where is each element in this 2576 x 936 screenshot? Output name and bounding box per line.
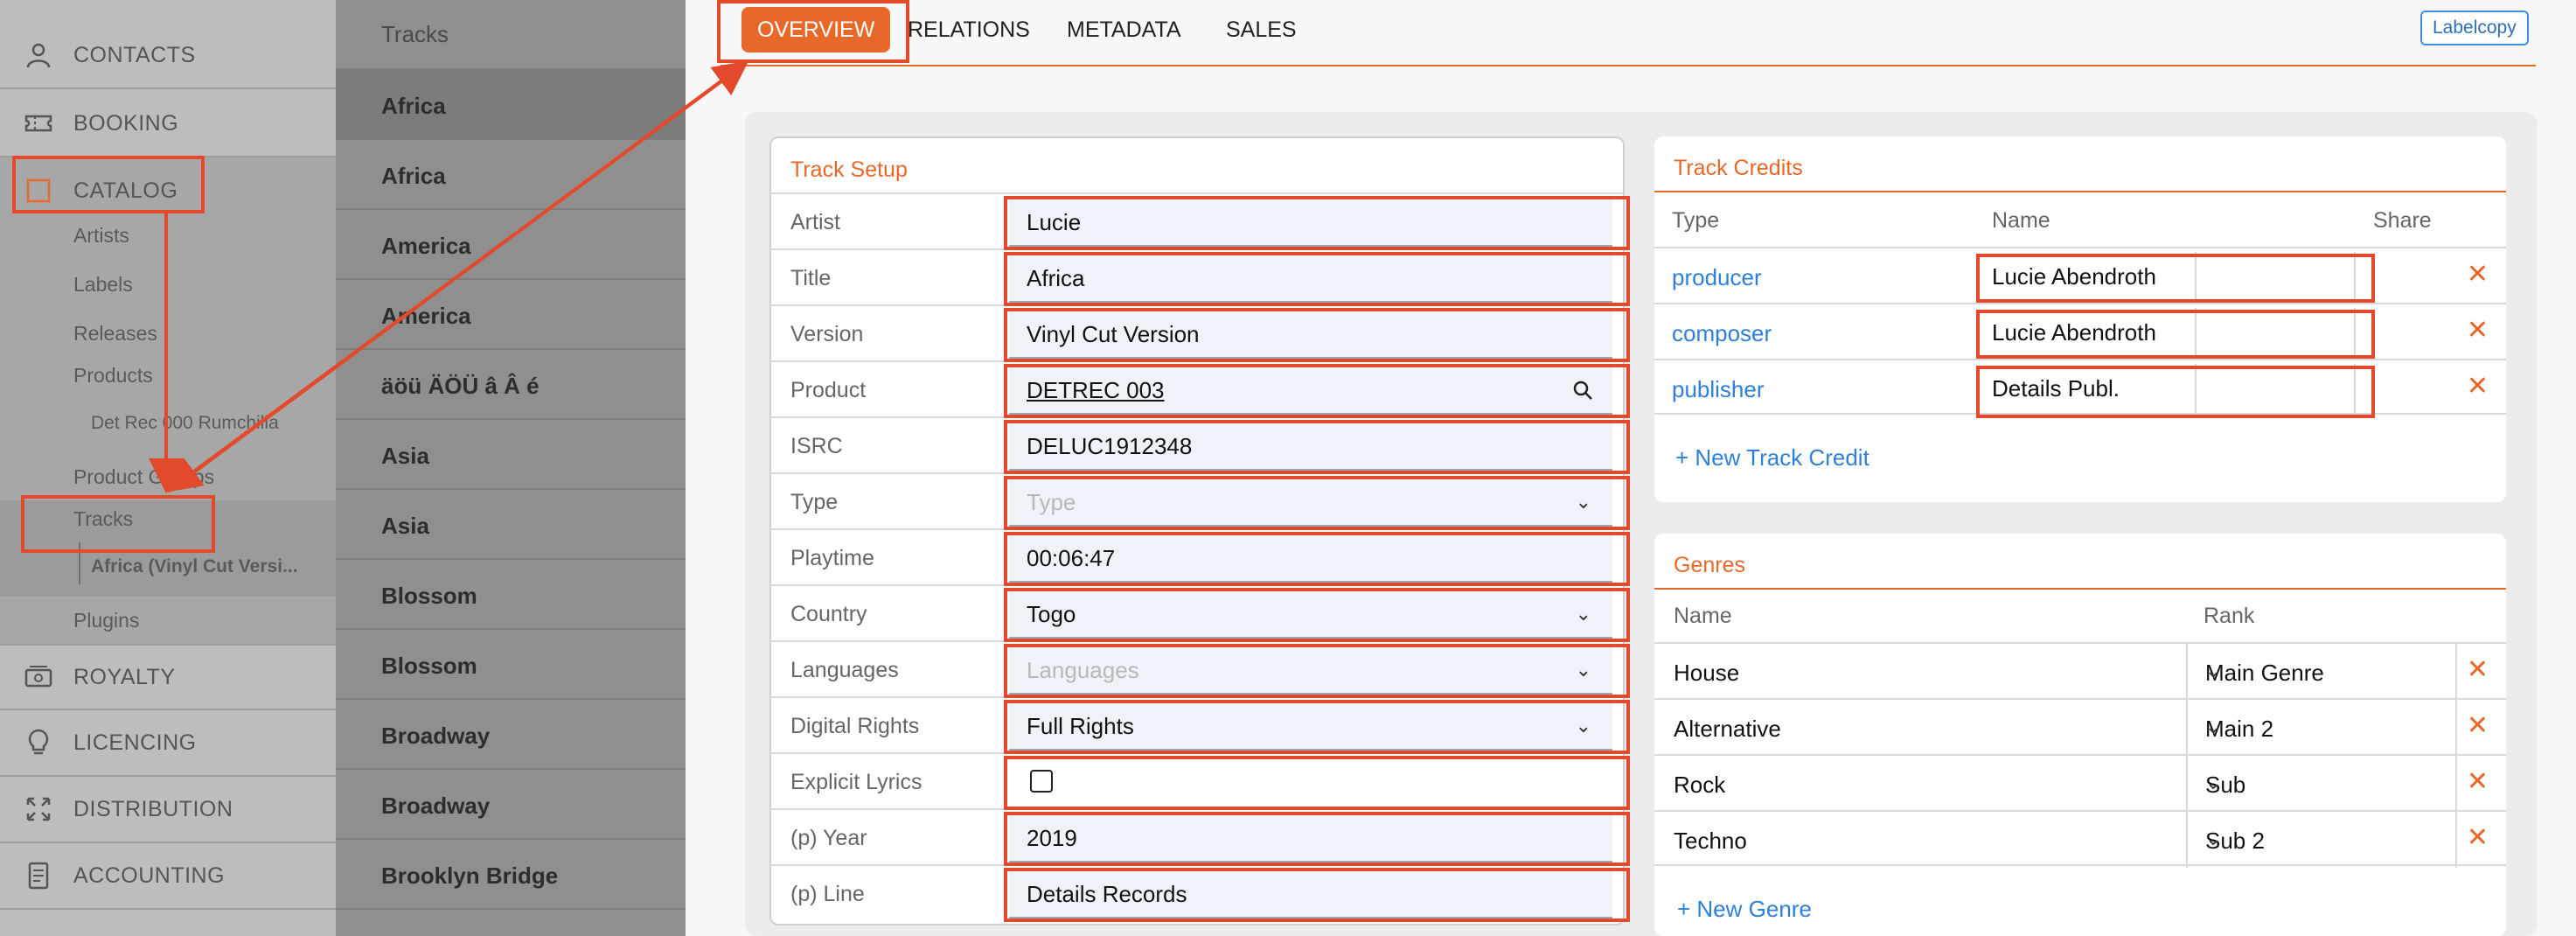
annotation-arrow [165,65,743,492]
annotation-arrows [149,60,749,493]
